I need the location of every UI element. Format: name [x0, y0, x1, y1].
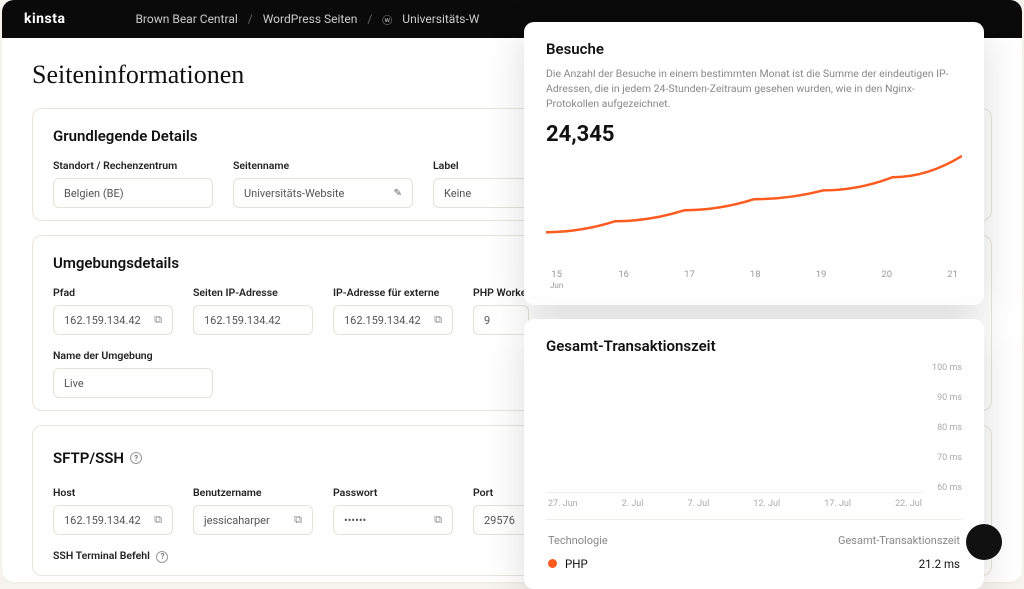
location-label: Standort / Rechenzentrum [53, 159, 213, 172]
help-icon[interactable]: ? [130, 452, 142, 464]
copy-icon[interactable]: ⧉ [294, 513, 302, 527]
crumb-section[interactable]: WordPress Seiten [263, 12, 358, 26]
pw-label: Passwort [333, 486, 453, 499]
crumb-site[interactable]: Universitäts-W [402, 12, 479, 26]
wordpress-icon: ⓦ [382, 12, 392, 27]
visits-card: Besuche Die Anzahl der Besuche in einem … [524, 22, 984, 305]
worker-label: PHP Worker [473, 286, 530, 299]
legend-dot-icon [548, 559, 557, 568]
visits-xaxis: 15Jun161718192021 [546, 263, 962, 291]
trans-xaxis: 27. Jun2. Jul7. Jul12. Jul17. Jul22. Jul [546, 493, 962, 509]
help-fab-button[interactable] [966, 524, 1002, 560]
visits-title: Besuche [546, 40, 962, 58]
breadcrumb: Brown Bear Central / WordPress Seiten / … [135, 12, 479, 27]
trans-row-php: PHP 21.2 ms [546, 553, 962, 575]
siteip-label: Seiten IP-Adresse [193, 286, 313, 299]
trans-card: Gesamt-Transaktionszeit 100 ms90 ms80 ms… [524, 319, 984, 589]
sitename-label: Seitenname [233, 159, 413, 172]
user-label: Benutzername [193, 486, 313, 499]
path-label: Pfad [53, 286, 173, 299]
visits-desc: Die Anzahl der Besuche in einem bestimmt… [546, 66, 962, 112]
legend-tech: Technologie [548, 534, 608, 547]
crumb-org[interactable]: Brown Bear Central [135, 12, 237, 26]
worker-field[interactable]: 9 [473, 305, 529, 335]
envname-field[interactable]: Live [53, 368, 213, 398]
visits-chart [546, 153, 962, 263]
user-field[interactable]: jessicaharper⧉ [193, 505, 313, 535]
host-field[interactable]: 162.159.134.42⧉ [53, 505, 173, 535]
trans-title: Gesamt-Transaktionszeit [546, 337, 962, 355]
card-title: SFTP/SSH ? [53, 449, 142, 467]
ssh-cmd-label: SSH Terminal Befehl ? [53, 549, 168, 563]
edit-icon[interactable]: ✎ [394, 188, 402, 199]
trans-row-value: 21.2 ms [919, 557, 960, 571]
visits-count: 24,345 [546, 122, 962, 147]
extip-label: IP-Adresse für externe [333, 286, 453, 299]
copy-icon[interactable]: ⧉ [434, 313, 442, 327]
host-label: Host [53, 486, 173, 499]
legend-time: Gesamt-Transaktionszeit [838, 534, 960, 547]
location-value[interactable]: Belgien (BE) [53, 178, 213, 208]
copy-icon[interactable]: ⧉ [434, 513, 442, 527]
path-field[interactable]: 162.159.134.42⧉ [53, 305, 173, 335]
sitename-field[interactable]: Universitäts-Website ✎ [233, 178, 413, 208]
crumb-sep: / [367, 12, 372, 26]
copy-icon[interactable]: ⧉ [154, 513, 162, 527]
pw-field[interactable]: ••••••⧉ [333, 505, 453, 535]
siteip-field[interactable]: 162.159.134.42 [193, 305, 313, 335]
trans-chart: 100 ms90 ms80 ms70 ms60 ms [546, 363, 962, 493]
copy-icon[interactable]: ⧉ [154, 313, 162, 327]
envname-label: Name der Umgebung [53, 349, 213, 362]
crumb-sep: / [248, 12, 253, 26]
brand-logo[interactable]: kinsta [24, 11, 65, 27]
extip-field[interactable]: 162.159.134.42⧉ [333, 305, 453, 335]
help-icon[interactable]: ? [156, 551, 168, 563]
